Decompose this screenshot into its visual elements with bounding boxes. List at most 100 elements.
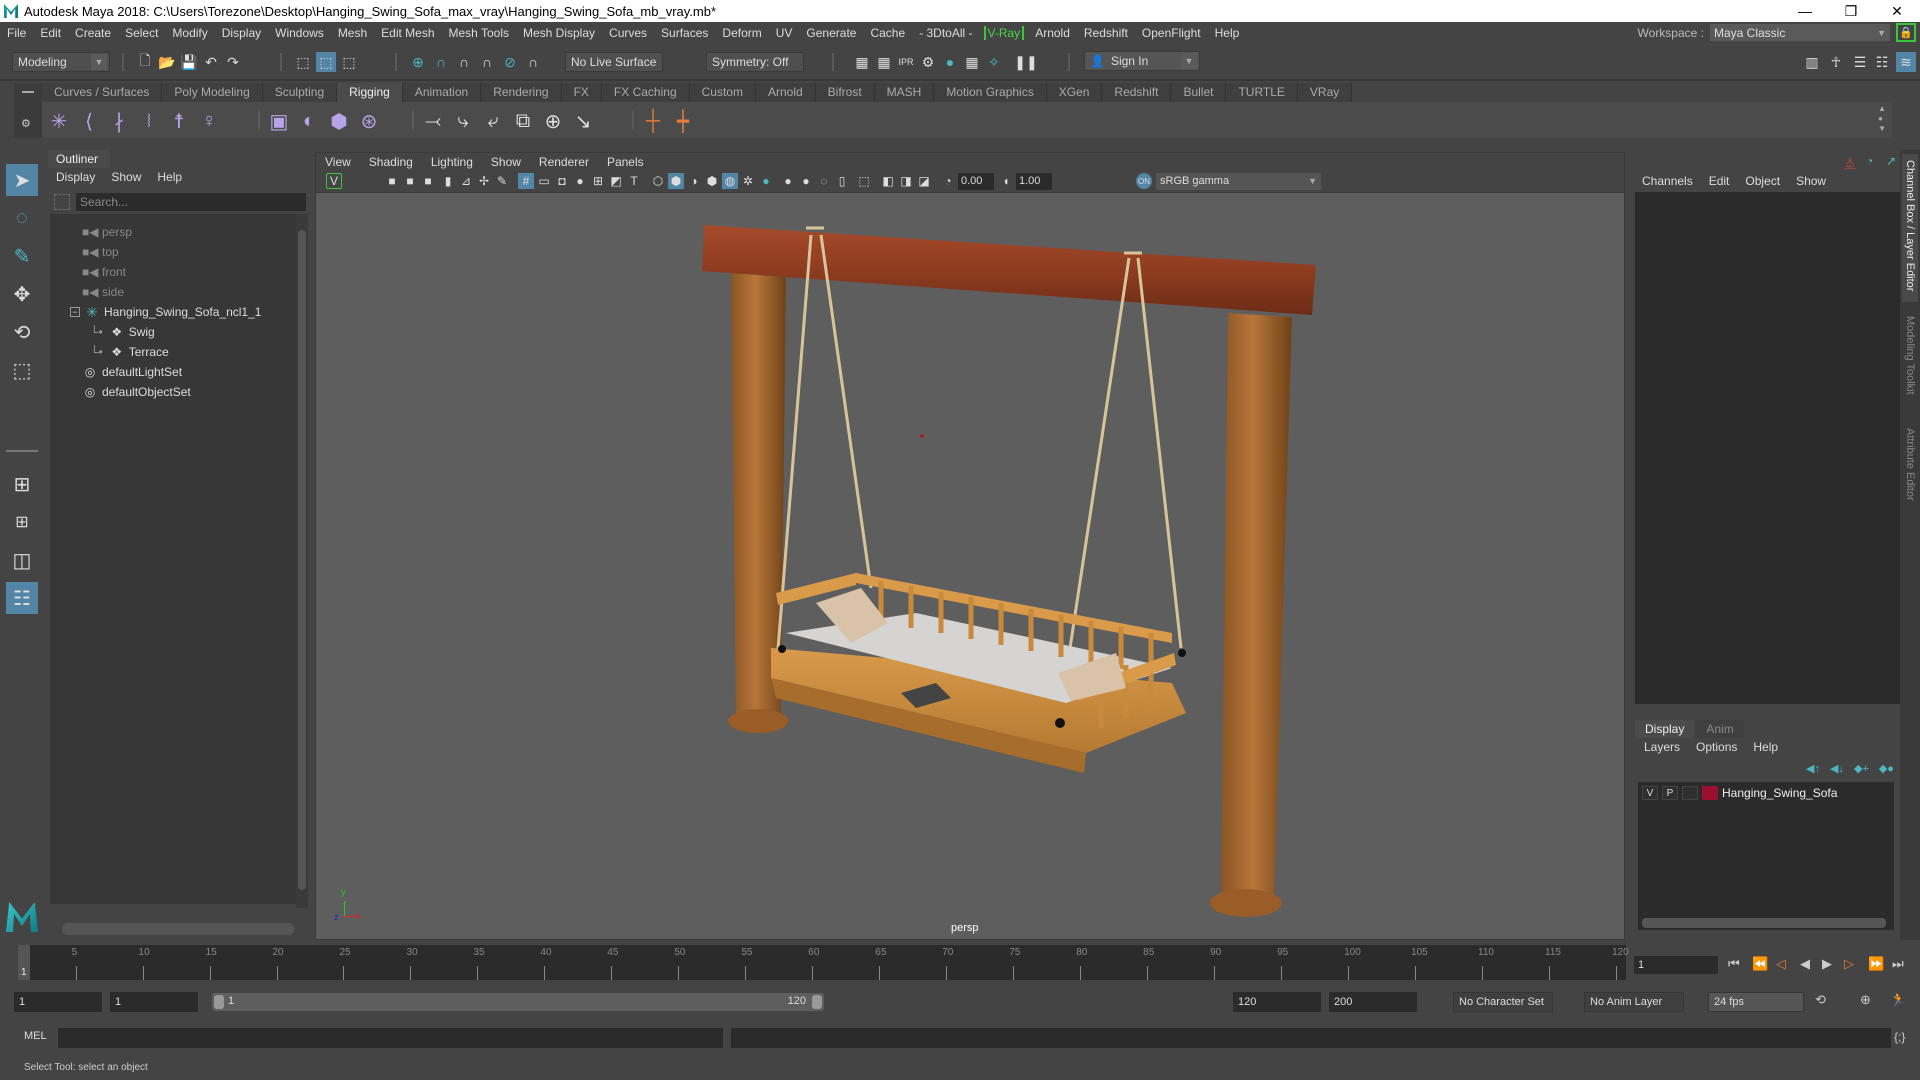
shelf-tab-rigging[interactable]: Rigging (337, 83, 403, 102)
shelf-tab-motion-graphics[interactable]: Motion Graphics (934, 83, 1047, 102)
menu-generate[interactable]: Generate (799, 26, 863, 40)
menu-cache[interactable]: Cache (863, 26, 912, 40)
outliner-item-default-object-set[interactable]: ◎ defaultObjectSet (82, 382, 191, 402)
shelf-tab-custom[interactable]: Custom (689, 83, 756, 102)
outliner-vertical-scroll-thumb[interactable] (298, 230, 306, 890)
outliner-item-terrace[interactable]: └• ❖ Terrace (90, 342, 169, 362)
resolution-gate-icon[interactable]: ◘ (554, 173, 570, 189)
screen-space-ao-icon[interactable]: ● (780, 173, 796, 189)
channels-object-menu[interactable]: Object (1745, 174, 1780, 188)
wireframe-on-shaded-icon[interactable]: ⬢ (704, 173, 720, 189)
hypershade-icon[interactable]: ● (940, 52, 960, 72)
attribute-editor-toggle-icon[interactable]: ☰ (1850, 52, 1870, 72)
menu-surfaces[interactable]: Surfaces (654, 26, 715, 40)
menu-3dtoall[interactable]: - 3DtoAll - (912, 26, 979, 40)
xray-joints-icon[interactable]: ◪ (916, 173, 932, 189)
create-lattice-icon[interactable]: ⬢ (326, 108, 352, 134)
viewport-menu-lighting[interactable]: Lighting (422, 155, 482, 169)
shelf-tab-sculpting[interactable]: Sculpting (262, 83, 338, 102)
viewport-menu-panels[interactable]: Panels (598, 155, 653, 169)
modeling-toolkit-icon[interactable]: ▥ (1802, 52, 1822, 72)
scale-tool-icon[interactable]: ⬚ (6, 354, 38, 386)
scale-constraint-icon[interactable]: ⧉ (510, 108, 536, 134)
shelf-tab-fx[interactable]: FX (561, 83, 602, 102)
side-tab-modeling-toolkit[interactable]: Modeling Toolkit (1902, 310, 1918, 416)
menu-redshift[interactable]: Redshift (1077, 26, 1135, 40)
ik-handle-icon[interactable]: ⧘ (136, 108, 162, 134)
snap-to-grid-icon[interactable]: ⊕ (408, 52, 428, 72)
go-to-end-icon[interactable]: ⏭ (1892, 956, 1904, 972)
exposure-field[interactable]: 0.00 (958, 173, 994, 190)
layer-row[interactable]: V P Hanging_Swing_Sofa (1642, 786, 1837, 800)
move-tool-icon[interactable]: ✥ (6, 278, 38, 310)
save-scene-icon[interactable]: 💾 (179, 52, 199, 72)
vray-toggle-icon[interactable]: V (326, 173, 342, 189)
step-forward-key-icon[interactable]: ⏩ (1868, 956, 1884, 972)
play-forwards-icon[interactable]: ▶ (1822, 956, 1832, 972)
human-ik-icon[interactable]: ☥ (1826, 52, 1846, 72)
step-forward-frame-icon[interactable]: ▷ (1844, 956, 1854, 972)
go-to-start-icon[interactable]: ⏮ (1728, 956, 1740, 972)
menu-deform[interactable]: Deform (715, 26, 768, 40)
render-setup-icon[interactable]: ▦ (962, 52, 982, 72)
insert-joint-icon[interactable]: ∤ (106, 108, 132, 134)
menu-openflight[interactable]: OpenFlight (1135, 26, 1208, 40)
grid-icon[interactable]: # (518, 173, 534, 189)
layers-options-menu[interactable]: Options (1696, 740, 1737, 754)
range-slider[interactable]: 1 120 (212, 993, 824, 1011)
viewport-menu-view[interactable]: View (316, 155, 360, 169)
side-tab-attribute-editor[interactable]: Attribute Editor (1902, 422, 1918, 522)
channels-edit-menu[interactable]: Edit (1709, 174, 1730, 188)
set-driven-key-icon[interactable]: ┼ (640, 108, 666, 134)
paint-select-tool-icon[interactable]: ✎ (6, 240, 38, 272)
layers-help-menu[interactable]: Help (1753, 740, 1778, 754)
shelf-tab-rendering[interactable]: Rendering (481, 83, 562, 102)
channels-menu[interactable]: Channels (1642, 174, 1693, 188)
viewport-menu-renderer[interactable]: Renderer (530, 155, 598, 169)
camera-lock-icon[interactable]: ■ (402, 173, 418, 189)
render-current-frame-icon[interactable]: ▦ (874, 52, 894, 72)
menu-edit-mesh[interactable]: Edit Mesh (374, 26, 441, 40)
tool-settings-toggle-icon[interactable]: ☷ (1872, 52, 1892, 72)
fps-dropdown[interactable]: 24 fps (1708, 992, 1804, 1012)
search-filter-icon[interactable] (54, 194, 70, 210)
menu-file[interactable]: File (0, 26, 33, 40)
aim-constraint-icon[interactable]: ⊕ (540, 108, 566, 134)
shelf-tab-mash[interactable]: MASH (874, 83, 935, 102)
pause-viewport-icon[interactable]: ❚❚ (1014, 52, 1037, 72)
menu-mesh-display[interactable]: Mesh Display (516, 26, 602, 40)
make-live-icon[interactable]: ⊘ (500, 52, 520, 72)
menu-curves[interactable]: Curves (602, 26, 654, 40)
lasso-tool-icon[interactable]: ◌ (6, 202, 38, 234)
human-ik-shelf-icon[interactable]: ♀ (196, 108, 222, 134)
symmetry-dropdown[interactable]: Symmetry: Off (706, 52, 804, 72)
outliner-layout-icon[interactable]: ☷ (6, 582, 38, 614)
menu-windows[interactable]: Windows (268, 26, 331, 40)
shelf-scroll-icon[interactable]: ▲ ● ▼ (1878, 104, 1886, 134)
shelf-tab-curves-surfaces[interactable]: Curves / Surfaces (42, 83, 163, 102)
camera-attributes-icon[interactable]: ■ (420, 173, 436, 189)
gamma-icon[interactable]: ◖ (998, 173, 1014, 189)
play-backwards-icon[interactable]: ◀ (1800, 956, 1810, 972)
image-plane-icon[interactable]: ⊿ (458, 173, 474, 189)
shelf-tab-redshift[interactable]: Redshift (1102, 83, 1172, 102)
color-space-dropdown[interactable]: sRGB gamma (1156, 173, 1321, 190)
layer-name[interactable]: Hanging_Swing_Sofa (1722, 786, 1837, 800)
shelf-menu-icon[interactable] (22, 91, 34, 93)
select-by-hierarchy-icon[interactable]: ⬚ (293, 52, 313, 72)
color-management-icon[interactable]: ON (1136, 173, 1152, 189)
camera-select-icon[interactable]: ■ (384, 173, 400, 189)
step-back-key-icon[interactable]: ⏪ (1752, 956, 1768, 972)
shelf-tab-xgen[interactable]: XGen (1046, 83, 1103, 102)
orient-constraint-icon[interactable]: ⤶ (480, 108, 506, 134)
layer-visibility-toggle[interactable]: V (1642, 786, 1658, 800)
close-button[interactable]: ✕ (1874, 0, 1920, 22)
four-view-layout-icon[interactable]: ⊞ (6, 506, 38, 538)
create-locator-icon[interactable]: ✳ (46, 108, 72, 134)
auto-key-icon[interactable]: ⊕ (1860, 992, 1871, 1008)
menu-mesh[interactable]: Mesh (331, 26, 374, 40)
current-frame-marker[interactable]: 1 (18, 945, 30, 980)
live-surface-field[interactable]: No Live Surface (565, 52, 663, 72)
3d-scene-view[interactable]: y x z persp (316, 193, 1624, 939)
field-chart-icon[interactable]: ⊞ (590, 173, 606, 189)
